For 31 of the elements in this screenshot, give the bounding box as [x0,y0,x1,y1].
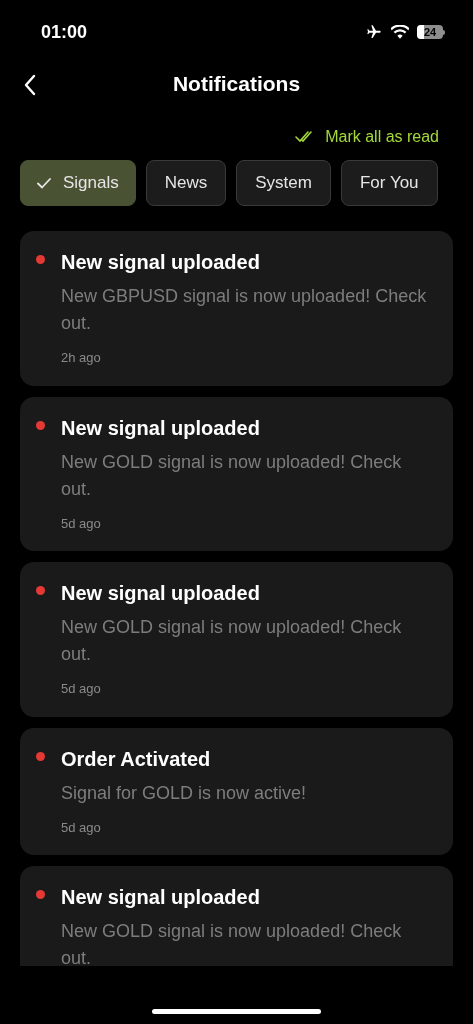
notification-message: Signal for GOLD is now active! [61,781,307,805]
check-icon [37,177,51,189]
notification-title: New signal uploaded [61,415,261,440]
notification-title: New signal uploaded [61,581,261,605]
status-time: 01:00 [41,20,88,44]
filter-tab[interactable]: Signals [20,160,136,206]
notification-title: New signal uploaded [61,885,261,909]
notification-card[interactable]: Order Activated Signal for GOLD is now active! 5d ago [20,727,453,855]
notification-time: 5d ago [61,680,102,698]
filter-tab[interactable]: News [145,160,227,206]
mark-all-read-button[interactable]: Mark all as read [295,125,439,149]
notification-title: Order Activated [61,746,212,771]
page-title: Notifications [172,71,301,98]
back-icon [24,74,36,96]
filter-tab[interactable]: System [236,160,331,206]
notification-card[interactable]: New signal uploaded New GOLD signal is now uploaded! Check out. 5d ago [20,396,453,551]
notification-message: New GOLD signal is now uploaded! Check out. [61,616,403,666]
notification-message: New GOLD signal is now uploaded! Check out. [61,450,403,501]
notification-message: New GOLD signal is now uploaded! Check out. [61,920,403,966]
filter-tab[interactable]: For You [340,160,438,206]
notification-card[interactable]: New signal uploaded New GBPUSD signal is now uploaded! Check out. 2h ago [20,231,453,386]
wifi-icon [391,25,409,39]
notification-message: New GBPUSD signal is now uploaded! Check out. [61,285,428,335]
notification-card[interactable]: New signal uploaded New GOLD signal is now uploaded! Check out. 5d ago [20,562,453,717]
airplane-icon [365,24,383,40]
notification-time: 5d ago [61,514,102,533]
battery-icon: 24 [417,25,445,39]
notification-time: 2h ago [61,349,102,367]
notification-time: 5d ago [61,818,102,837]
notification-card[interactable]: New signal uploaded New GOLD signal is now uploaded! Check out. [20,866,453,966]
notification-title: New signal uploaded [61,250,261,274]
